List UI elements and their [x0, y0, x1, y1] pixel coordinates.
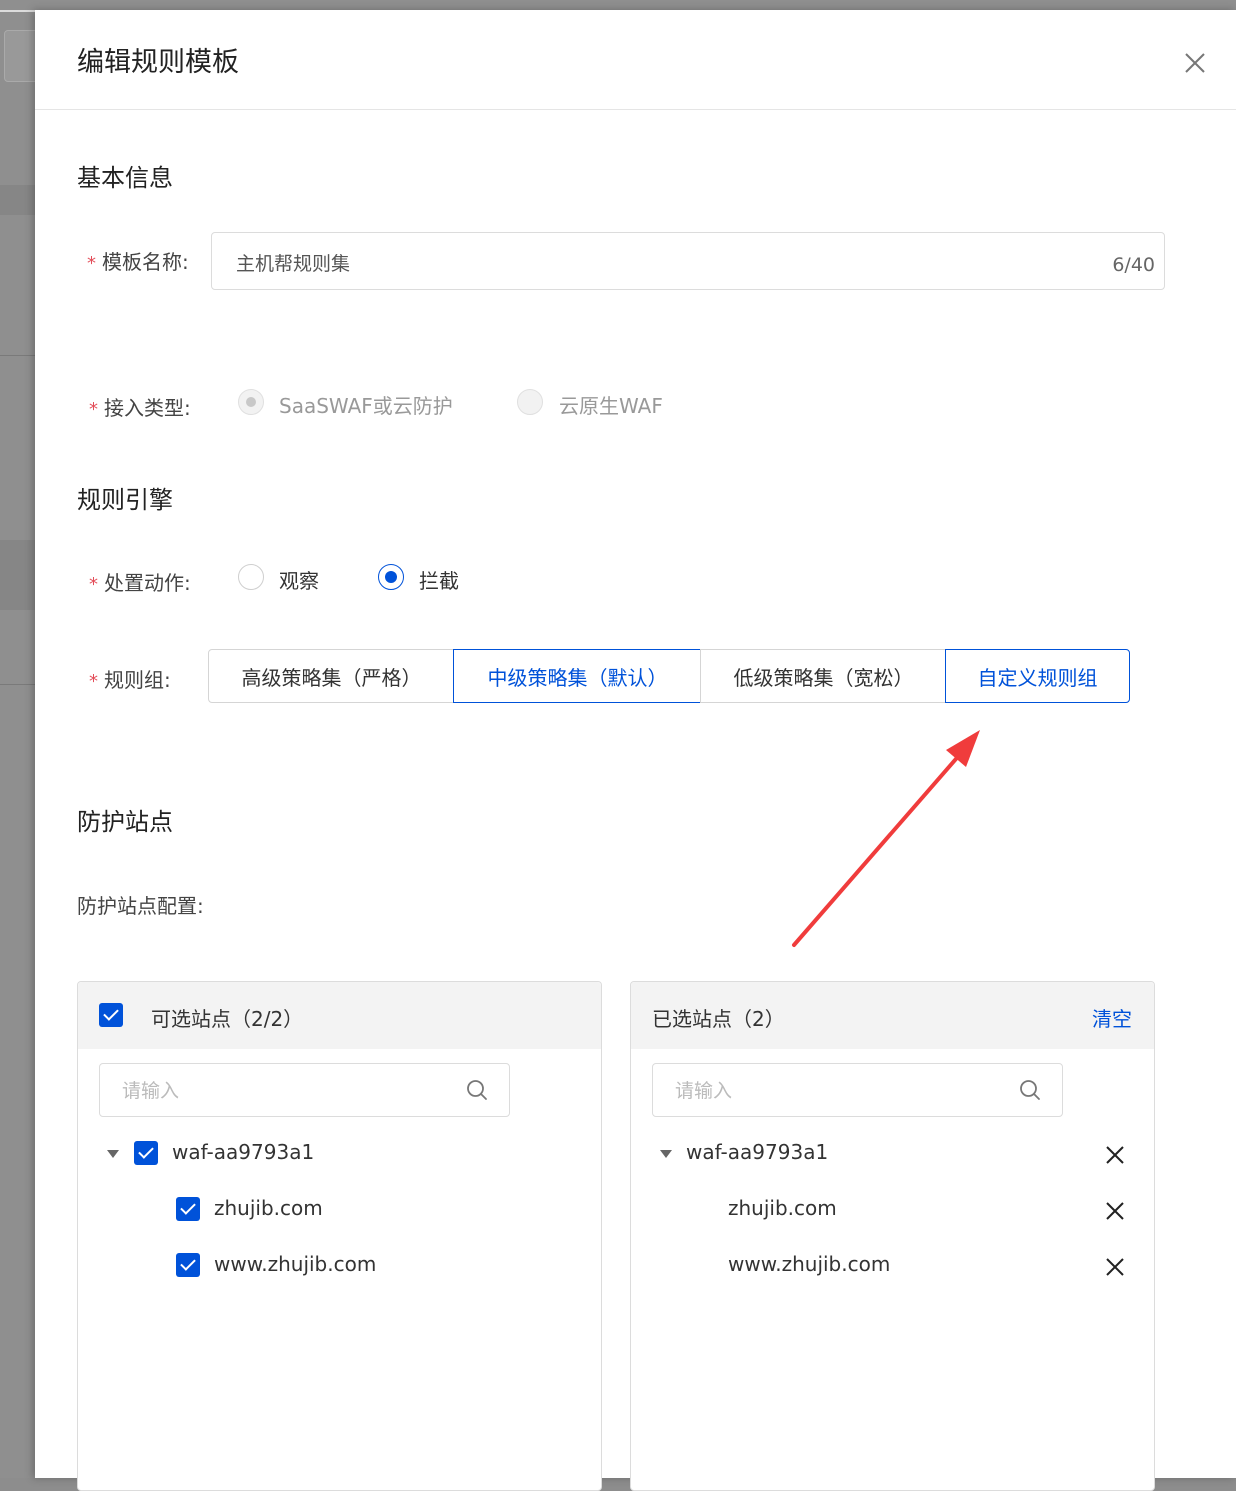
drawer-header: 编辑规则模板 — [35, 10, 1236, 110]
background-strip — [0, 185, 40, 215]
selected-search-input[interactable] — [673, 1076, 997, 1106]
section-title-basic: 基本信息 — [77, 164, 173, 192]
access-type-label: * 接入类型: — [89, 392, 191, 421]
available-sites-title: 可选站点（2/2） — [151, 1007, 304, 1031]
selected-sites-search[interactable] — [652, 1063, 1063, 1117]
drawer-title: 编辑规则模板 — [77, 47, 239, 78]
template-name-label-text: 模板名称: — [102, 250, 189, 274]
close-icon[interactable] — [1182, 50, 1208, 76]
site-checkbox-zhujib[interactable] — [176, 1197, 200, 1221]
template-name-field[interactable]: 6/40 — [211, 232, 1165, 290]
action-label: * 处置动作: — [89, 567, 191, 596]
radio-saaswaf-label: SaaSWAF或云防护 — [279, 394, 453, 418]
section-title-sites: 防护站点 — [77, 808, 173, 836]
radio-block[interactable] — [378, 564, 404, 590]
clear-button[interactable]: 清空 — [1092, 1003, 1132, 1032]
rule-group-custom[interactable]: 自定义规则组 — [945, 649, 1130, 703]
radio-observe[interactable] — [238, 564, 264, 590]
available-sites-header: 可选站点（2/2） — [78, 982, 601, 1049]
template-name-input[interactable] — [234, 247, 1078, 277]
section-title-engine: 规则引擎 — [77, 486, 173, 514]
selected-site-zhujib: zhujib.com — [728, 1196, 837, 1220]
remove-site-icon[interactable] — [1104, 1256, 1126, 1278]
rule-group-label: * 规则组: — [89, 664, 171, 693]
site-config-label: 防护站点配置: — [77, 894, 204, 918]
available-site-www-zhujib: www.zhujib.com — [214, 1252, 377, 1276]
group-checkbox[interactable] — [134, 1141, 158, 1165]
required-mark: * — [87, 253, 96, 274]
rule-group-low[interactable]: 低级策略集（宽松） — [700, 649, 947, 703]
template-name-label: * 模板名称: — [87, 246, 189, 275]
rule-group-high[interactable]: 高级策略集（严格） — [208, 649, 455, 703]
radio-cloud-native-waf — [517, 389, 543, 415]
required-mark: * — [89, 671, 98, 692]
search-icon[interactable] — [465, 1078, 489, 1102]
search-icon[interactable] — [1018, 1078, 1042, 1102]
required-mark: * — [89, 574, 98, 595]
background-strip — [0, 540, 40, 610]
remove-group-icon[interactable] — [1104, 1144, 1126, 1166]
select-all-checkbox[interactable] — [99, 1003, 123, 1027]
radio-cloud-native-waf-label: 云原生WAF — [559, 394, 663, 418]
available-sites-panel: 可选站点（2/2） waf-aa9793a1 zhujib.com www.zh… — [77, 981, 602, 1491]
available-search-input[interactable] — [120, 1076, 444, 1106]
remove-site-icon[interactable] — [1104, 1200, 1126, 1222]
background-divider — [0, 355, 40, 356]
required-mark: * — [89, 399, 98, 420]
expand-caret-icon[interactable] — [107, 1150, 119, 1158]
background-divider — [0, 684, 40, 685]
expand-caret-icon[interactable] — [660, 1150, 672, 1158]
selected-group-label: waf-aa9793a1 — [686, 1140, 829, 1164]
selected-sites-title: 已选站点（2） — [652, 1007, 785, 1031]
available-sites-search[interactable] — [99, 1063, 510, 1117]
selected-site-www-zhujib: www.zhujib.com — [728, 1252, 891, 1276]
selected-sites-panel: 已选站点（2） 清空 waf-aa9793a1 zhujib.com www.z… — [630, 981, 1155, 1491]
site-checkbox-www-zhujib[interactable] — [176, 1253, 200, 1277]
action-label-text: 处置动作: — [104, 571, 191, 595]
radio-saaswaf — [238, 389, 264, 415]
char-counter: 6/40 — [1112, 254, 1155, 276]
radio-observe-label[interactable]: 观察 — [279, 565, 319, 594]
rule-group-label-text: 规则组: — [104, 668, 171, 692]
edit-template-drawer: 编辑规则模板 基本信息 * 模板名称: 6/40 * 接入类型: SaaSWAF或云… — [35, 10, 1236, 1491]
available-group-label: waf-aa9793a1 — [172, 1140, 315, 1164]
available-site-zhujib: zhujib.com — [214, 1196, 323, 1220]
rule-group-medium[interactable]: 中级策略集（默认） — [453, 649, 702, 703]
radio-block-label[interactable]: 拦截 — [419, 565, 459, 594]
selected-sites-header: 已选站点（2） 清空 — [631, 982, 1154, 1049]
access-type-label-text: 接入类型: — [104, 396, 191, 420]
